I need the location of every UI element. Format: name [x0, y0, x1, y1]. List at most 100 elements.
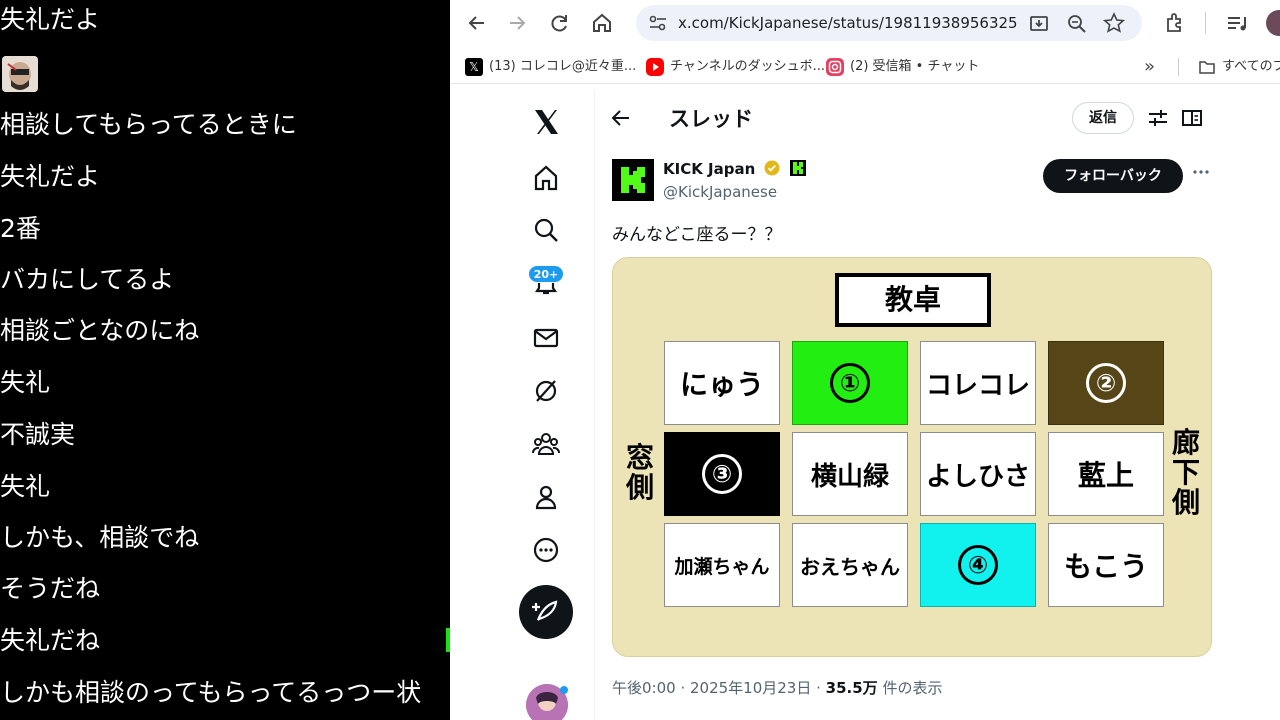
seat-label: 藍上 [1077, 459, 1134, 492]
bookmark-item[interactable]: (2) 受信箱 • チャット [826, 56, 979, 78]
seat-cell: ③ [664, 432, 780, 516]
chat-message: 失礼 [0, 472, 51, 501]
reload-icon[interactable] [547, 10, 573, 36]
chat-panel: 失礼だよ 相談してもらってるときに 失礼だよ 2番 バカにしてるよ 相談ごとなの… [0, 0, 450, 720]
feather-icon [532, 600, 558, 621]
chat-message: バカにしてるよ [0, 265, 175, 294]
chat-message: 失礼だよ [0, 162, 101, 191]
account-status-dot [560, 686, 568, 694]
more-options-icon[interactable] [1191, 162, 1211, 187]
bookmark-label: すべてのブ [1222, 59, 1280, 74]
window-side-text: 窓側 [625, 441, 654, 504]
address-bar[interactable]: x.com/KickJapanese/status/19811938956325… [636, 5, 1142, 41]
chat-avatar [2, 56, 38, 92]
more-icon[interactable] [530, 534, 562, 566]
seat-label: にゅう [679, 368, 764, 401]
youtube-icon [646, 57, 664, 76]
follow-back-button[interactable]: フォローバック [1043, 159, 1183, 193]
post-author-name[interactable]: KICK Japan [663, 160, 806, 178]
podium-label: 教卓 [835, 273, 991, 327]
verified-badge-icon [764, 160, 780, 176]
chat-message: そうだね [0, 574, 101, 603]
site-settings-icon[interactable] [648, 14, 668, 32]
browser-window: x.com/KickJapanese/status/19811938956325… [450, 0, 1280, 720]
seat-label: もこう [1063, 550, 1148, 583]
seat-cell: 加瀬ちゃん [664, 523, 780, 607]
bookmark-label: (2) 受信箱 • チャット [850, 59, 980, 74]
seat-number-3: ③ [702, 454, 742, 494]
grok-icon[interactable] [530, 375, 562, 407]
forward-icon[interactable] [504, 10, 530, 36]
post-text: みんなどこ座るー？？ [612, 225, 782, 245]
hallway-side-text: 廊下側 [1171, 426, 1200, 519]
view-count: 35.5万 [825, 679, 878, 697]
seat-label: コレコレ [925, 370, 1030, 401]
more-bookmarks-button[interactable]: » [1144, 56, 1155, 78]
media-control-icon[interactable] [1224, 10, 1250, 36]
profile-avatar[interactable] [1266, 10, 1280, 36]
seat-number-1: ① [830, 363, 870, 403]
author-name-text[interactable]: KICK Japan [663, 160, 755, 178]
bookmark-folder[interactable]: すべてのブ [1198, 56, 1280, 78]
kick-logo-icon [612, 159, 654, 201]
browser-toolbar: x.com/KickJapanese/status/19811938956325… [450, 0, 1280, 46]
post-metadata: 午後0:00 · 2025年10月23日 · 35.5万 件の表示 [612, 677, 942, 698]
reader-mode-icon[interactable] [1181, 108, 1203, 128]
bookmark-label: (13) コレコレ@近々重... [489, 59, 637, 74]
install-app-icon[interactable] [1028, 13, 1050, 35]
post-author-handle[interactable]: @KickJapanese [663, 183, 777, 201]
bookmark-star-icon[interactable] [1102, 12, 1126, 34]
affiliate-badge-icon [789, 160, 806, 176]
folder-icon [1198, 58, 1216, 76]
bookmarks-divider [1178, 58, 1179, 76]
chat-message: 2番 [0, 214, 41, 243]
chat-message: 失礼だよ [0, 5, 101, 34]
home-icon[interactable] [589, 10, 615, 36]
seat-cell: 横山緑 [792, 432, 908, 516]
seat-number-2: ② [1086, 363, 1126, 403]
back-arrow-icon[interactable] [609, 106, 633, 136]
messages-icon[interactable] [530, 322, 562, 354]
page-title: スレッド [669, 107, 753, 131]
search-icon[interactable] [530, 214, 562, 246]
seat-cell: ④ [920, 523, 1036, 607]
post-timestamp[interactable]: 午後0:00 · 2025年10月23日 · [612, 679, 826, 697]
seat-label: よしひさ [925, 461, 1030, 492]
bookmark-item[interactable]: 𝕏 (13) コレコレ@近々重... [465, 56, 636, 78]
chat-message: しかも相談のってもらってるっつー状 [0, 678, 422, 707]
bookmark-item[interactable]: チャンネルのダッシュボ... [646, 56, 825, 78]
seat-cell: にゅう [664, 341, 780, 425]
x-sidebar: 20+ [510, 90, 582, 720]
seat-label: 横山緑 [810, 461, 889, 492]
chat-message: しかも、相談でね [0, 523, 200, 552]
post-author-avatar[interactable] [612, 159, 654, 201]
seat-number-4: ④ [958, 545, 998, 585]
toolbar-divider [1205, 12, 1206, 34]
seat-cell: ① [792, 341, 908, 425]
communities-icon[interactable] [530, 428, 562, 460]
seat-cell: おえちゃん [792, 523, 908, 607]
chat-message: 失礼だね [0, 626, 101, 655]
window-side-label: 窓側 [623, 443, 657, 503]
compose-post-button[interactable] [519, 585, 573, 639]
url-text[interactable]: x.com/KickJapanese/status/19811938956325… [678, 5, 1018, 41]
x-logo-icon[interactable] [530, 106, 562, 138]
zoom-icon[interactable] [1066, 13, 1088, 35]
home-icon[interactable] [530, 162, 562, 194]
profile-icon[interactable] [530, 481, 562, 513]
notification-badge: 20+ [528, 265, 564, 283]
seat-label: 加瀬ちゃん [674, 555, 770, 578]
x-icon: 𝕏 [465, 57, 483, 76]
seat-cell: コレコレ [920, 341, 1036, 425]
back-icon[interactable] [464, 10, 490, 36]
seat-cell: ② [1048, 341, 1164, 425]
seat-cell: もこう [1048, 523, 1164, 607]
chat-message: 相談ごとなのにね [0, 316, 200, 345]
reply-button[interactable]: 返信 [1072, 102, 1134, 134]
thread-panel: スレッド 返信 KICK Japan @KickJapanese フォローバック… [595, 90, 1225, 720]
chat-message: 失礼 [0, 368, 51, 397]
extensions-icon[interactable] [1162, 10, 1188, 36]
seat-cell: よしひさ [920, 432, 1036, 516]
sliders-icon[interactable] [1147, 106, 1169, 130]
post-image-seating-chart[interactable]: 教卓 窓側 廊下側 にゅう ① コレコレ ② ③ 横山緑 よしひさ 藍上 加瀬ち… [612, 257, 1212, 657]
